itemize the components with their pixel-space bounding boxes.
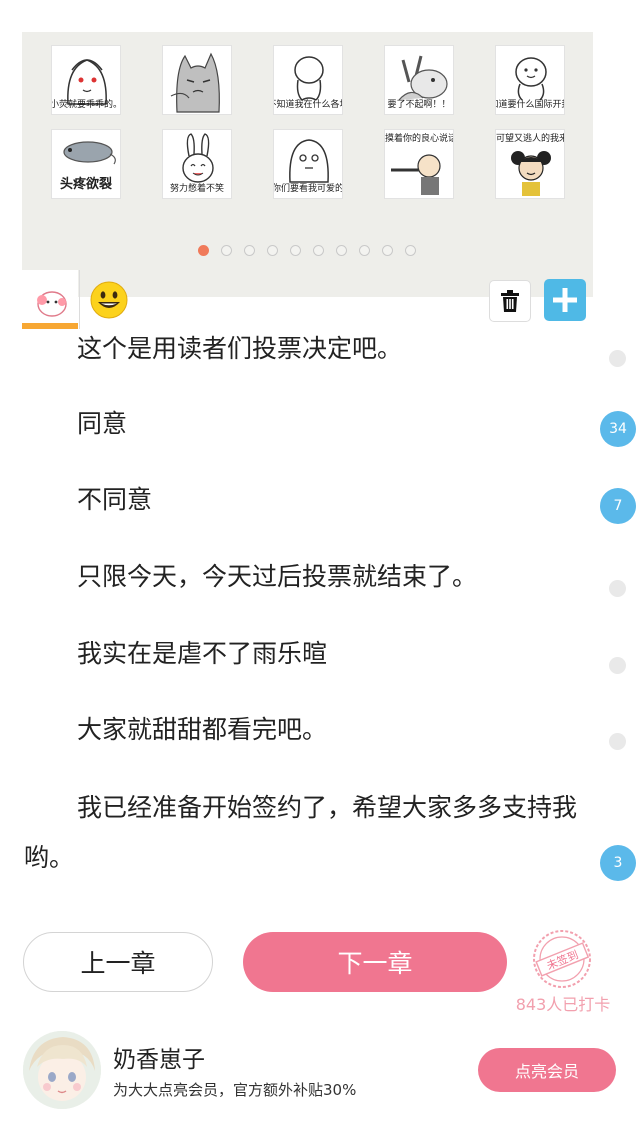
pager-dot[interactable] — [244, 245, 255, 256]
checkin-stamp-icon[interactable]: 未签到 — [531, 928, 593, 990]
pager-dot[interactable] — [221, 245, 232, 256]
author-name: 奶香崽子 — [113, 1047, 205, 1073]
tab-divider — [79, 270, 80, 329]
pager-dot[interactable] — [313, 245, 324, 256]
tab-custom-stickers[interactable] — [22, 270, 78, 329]
paragraph-comment-badge[interactable] — [609, 733, 626, 750]
paragraph: 我已经准备开始签约了，希望大家多多支持我哟。 — [24, 793, 578, 872]
paragraph: 不同意 — [77, 485, 153, 514]
pager-dot[interactable] — [382, 245, 393, 256]
sticker-caption: 不知道我在什么各地 — [274, 100, 342, 110]
previous-chapter-button[interactable]: 上一章 — [23, 932, 213, 992]
sticker-caption: 要了不起啊！！ — [387, 100, 451, 110]
plus-icon — [553, 288, 577, 312]
paragraph: 这个是用读者们投票决定吧。 — [77, 334, 403, 363]
activate-membership-button[interactable]: 点亮会员 — [478, 1048, 616, 1092]
pager-dot[interactable] — [267, 245, 278, 256]
membership-promo-text: 为大大点亮会员，官方额外补贴30% — [113, 1081, 357, 1099]
paragraph: 大家就甜甜都看完吧。 — [77, 715, 328, 744]
trash-icon — [501, 290, 519, 312]
author-avatar[interactable] — [23, 1031, 101, 1109]
delete-sticker-button[interactable] — [489, 280, 531, 322]
sticker-sick-mouse[interactable]: 头疼欲裂 — [51, 129, 121, 199]
sticker-caption: 努力憋着不笑 — [169, 184, 224, 194]
paragraph: 只限今天，今天过后投票就结束了。 — [77, 562, 478, 591]
sticker-grid: 小荧就要乖乖的。 不知道我在什么各地 — [22, 32, 593, 207]
sticker-grumpy-cat[interactable] — [162, 45, 232, 115]
sticker-blob-thinking[interactable]: 不知道我在什么各地 — [273, 45, 343, 115]
paragraph: 我实在是虐不了雨乐暄 — [77, 639, 328, 668]
pager-dot[interactable] — [359, 245, 370, 256]
paragraph: 同意 — [77, 409, 128, 438]
sticker-panel: 小荧就要乖乖的。 不知道我在什么各地 — [22, 32, 593, 329]
sticker-pager — [22, 245, 593, 257]
pager-dot[interactable] — [290, 245, 301, 256]
add-sticker-button[interactable] — [544, 279, 586, 321]
sticker-rabbit-laugh[interactable]: 努力憋着不笑 — [162, 129, 232, 199]
sticker-blob-smile[interactable]: 不知道要什么国际开封吗 — [495, 45, 565, 115]
pager-dot[interactable] — [405, 245, 416, 256]
paragraph-comment-badge[interactable]: 34 — [600, 411, 636, 447]
pager-dot[interactable] — [336, 245, 347, 256]
sticker-conscience[interactable]: 摸着你的良心说话一 — [384, 129, 454, 199]
checkin-count: 843人已打卡 — [515, 995, 611, 1014]
paragraph-comment-badge[interactable] — [609, 580, 626, 597]
smiley-emoji-icon — [90, 281, 128, 318]
next-chapter-button[interactable]: 下一章 — [243, 932, 507, 992]
sticker-caption: 不知道要什么国际开封吗 — [496, 100, 564, 110]
sticker-puzzled-face[interactable]: 你们要看我可爱的 — [273, 129, 343, 199]
sticker-bunny-shout[interactable]: 要了不起啊！！ — [384, 45, 454, 115]
sticker-caption: 小荧就要乖乖的。 — [51, 100, 121, 110]
sticker-caption: 你们要看我可爱的 — [273, 184, 343, 194]
sticker-ghost-girl[interactable]: 小荧就要乖乖的。 — [51, 45, 121, 115]
paragraph-comment-badge[interactable]: 7 — [600, 488, 636, 524]
sticker-caption: 头疼欲裂 — [59, 177, 112, 192]
paragraph-comment-badge[interactable] — [609, 350, 626, 367]
tab-emoji[interactable] — [81, 270, 137, 329]
paragraph-comment-badge[interactable] — [609, 657, 626, 674]
custom-sticker-thumbnail-icon — [28, 277, 72, 322]
sticker-pigtail-girl[interactable]: 可望又逃人的我来了 — [495, 129, 565, 199]
pager-dot-active[interactable] — [198, 245, 209, 256]
paragraph-comment-badge[interactable]: 3 — [600, 845, 636, 881]
sticker-tabbar — [22, 270, 593, 329]
